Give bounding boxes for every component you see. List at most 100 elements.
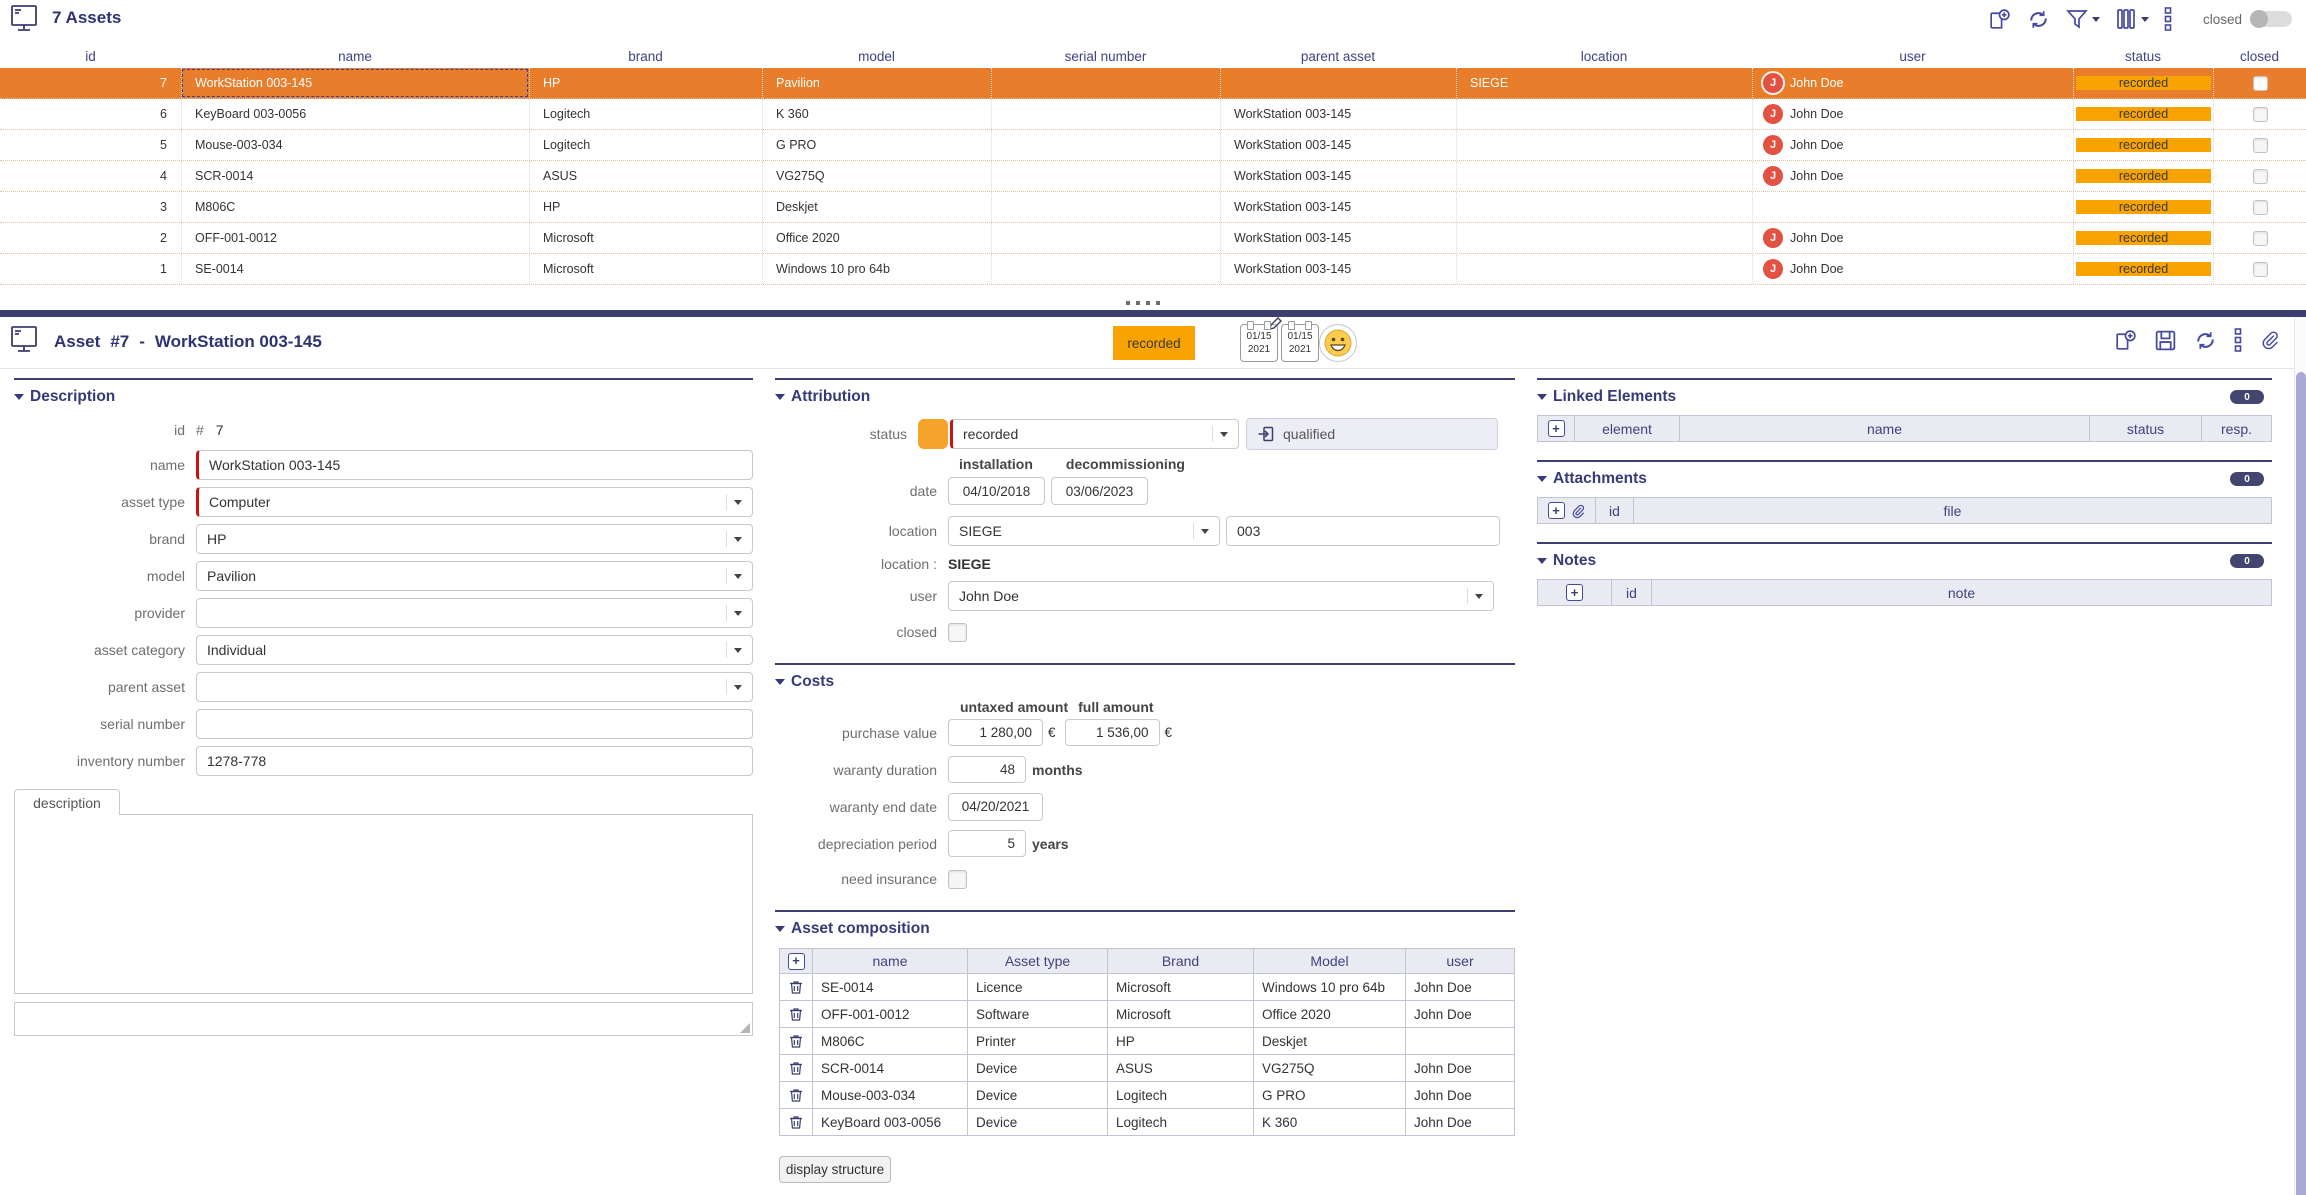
closed-checkbox[interactable]	[2252, 75, 2268, 91]
description-resize-strip[interactable]	[14, 1002, 753, 1036]
purchase-full-input[interactable]: 1 536,00	[1064, 719, 1160, 746]
more-menu-button[interactable]	[2163, 6, 2173, 32]
notes-section-title[interactable]: Notes	[1537, 552, 1596, 570]
col-header-model[interactable]: model	[762, 49, 991, 64]
costs-section-title[interactable]: Costs	[775, 673, 1515, 691]
closed-toggle[interactable]	[2250, 10, 2292, 28]
resize-handle-icon[interactable]	[740, 1023, 750, 1033]
delete-row-button[interactable]	[788, 1033, 804, 1049]
waranty-end-date-input[interactable]: 04/20/2021	[948, 792, 1043, 821]
status-select[interactable]: recorded	[950, 419, 1239, 449]
table-row[interactable]: 7 WorkStation 003-145 HP Pavilion SIEGE …	[0, 68, 2306, 99]
name-input[interactable]: WorkStation 003-145	[196, 450, 753, 480]
parent-asset-select[interactable]	[196, 672, 753, 702]
asset-type-select[interactable]: Computer	[196, 487, 753, 517]
col-header-id[interactable]: id	[0, 49, 181, 64]
col-header-serial[interactable]: serial number	[991, 49, 1220, 64]
delete-row-button[interactable]	[788, 1006, 804, 1022]
col-header-parent[interactable]: parent asset	[1220, 49, 1456, 64]
closed-checkbox[interactable]	[948, 622, 967, 642]
composition-row[interactable]: M806C Printer HP Deskjet	[780, 1028, 1514, 1055]
save-button[interactable]	[2153, 328, 2178, 353]
col-header-name[interactable]: name	[181, 49, 529, 64]
user-select[interactable]: John Doe	[948, 581, 1494, 611]
user-reaction-button[interactable]	[1319, 324, 1357, 362]
refresh-icon	[2197, 331, 2214, 349]
depreciation-period-input[interactable]: 5	[948, 830, 1026, 857]
status-badge: recorded	[2076, 231, 2211, 245]
refresh-button[interactable]	[2026, 7, 2051, 32]
table-row[interactable]: 1 SE-0014 Microsoft Windows 10 pro 64b W…	[0, 254, 2306, 285]
closed-checkbox[interactable]	[2252, 261, 2268, 277]
installation-date-input[interactable]: 04/10/2018	[948, 477, 1045, 505]
add-note-button[interactable]: +	[1566, 584, 1583, 601]
table-row[interactable]: 5 Mouse-003-034 Logitech G PRO WorkStati…	[0, 130, 2306, 161]
closed-checkbox[interactable]	[2252, 106, 2268, 122]
link-attachment-button[interactable]	[1570, 503, 1586, 519]
linked-elements-section-title[interactable]: Linked Elements	[1537, 388, 1676, 406]
col-header-user[interactable]: user	[1752, 49, 2073, 64]
table-row[interactable]: 4 SCR-0014 ASUS VG275Q WorkStation 003-1…	[0, 161, 2306, 192]
user-avatar: J	[1763, 259, 1783, 279]
attribution-section-title[interactable]: Attribution	[775, 388, 1515, 406]
display-structure-button[interactable]: display structure	[779, 1156, 891, 1183]
panel-splitter-handle[interactable]	[1126, 301, 1160, 305]
description-section-title[interactable]: Description	[14, 388, 753, 406]
add-linked-element-button[interactable]: +	[1547, 420, 1565, 437]
composition-row[interactable]: Mouse-003-034 Device Logitech G PRO John…	[780, 1082, 1514, 1109]
brand-select[interactable]: HP	[196, 524, 753, 554]
attach-file-button[interactable]	[2258, 328, 2282, 352]
filter-button[interactable]	[2065, 7, 2100, 31]
composition-row[interactable]: OFF-001-0012 Software Microsoft Office 2…	[780, 1001, 1514, 1028]
closed-checkbox[interactable]	[2252, 168, 2268, 184]
asset-category-select[interactable]: Individual	[196, 635, 753, 665]
composition-row[interactable]: SE-0014 Licence Microsoft Windows 10 pro…	[780, 974, 1514, 1001]
col-header-status[interactable]: status	[2073, 49, 2213, 64]
scrollbar-thumb[interactable]	[2296, 372, 2306, 1195]
delete-row-button[interactable]	[788, 979, 804, 995]
qualified-transition-button[interactable]: qualified	[1246, 418, 1498, 450]
attachments-section-title[interactable]: Attachments	[1537, 470, 1647, 488]
provider-select[interactable]	[196, 598, 753, 628]
closed-checkbox[interactable]	[2252, 199, 2268, 215]
refresh-button[interactable]	[2193, 328, 2218, 353]
description-textarea[interactable]	[14, 814, 753, 994]
model-select[interactable]: Pavilion	[196, 561, 753, 591]
location-select[interactable]: SIEGE	[948, 516, 1220, 546]
new-record-button[interactable]	[1987, 7, 2012, 32]
inventory-number-input[interactable]: 1278-778	[196, 746, 753, 776]
new-record-button[interactable]	[2113, 328, 2138, 353]
location-static-label: location :	[880, 555, 937, 572]
chevron-down-icon	[1475, 593, 1483, 599]
need-insurance-checkbox[interactable]	[948, 869, 967, 889]
asset-composition-section-title[interactable]: Asset composition	[775, 920, 1515, 938]
delete-row-button[interactable]	[788, 1087, 804, 1103]
col-header-location[interactable]: location	[1456, 49, 1752, 64]
add-attachment-button[interactable]: +	[1547, 502, 1565, 519]
table-row[interactable]: 2 OFF-001-0012 Microsoft Office 2020 Wor…	[0, 223, 2306, 254]
columns-button[interactable]	[2114, 7, 2149, 31]
vertical-scrollbar[interactable]	[2294, 317, 2306, 1195]
serial-number-input[interactable]	[196, 709, 753, 739]
status-badge: recorded	[2076, 262, 2211, 276]
location-unit-input[interactable]: 003	[1226, 516, 1500, 546]
add-component-button[interactable]: +	[787, 952, 805, 970]
le-col-status: status	[2089, 416, 2201, 441]
closed-checkbox[interactable]	[2252, 230, 2268, 246]
decommissioning-date-input[interactable]: 03/06/2023	[1051, 477, 1148, 505]
delete-row-button[interactable]	[788, 1060, 804, 1076]
assets-table: id name brand model serial number parent…	[0, 44, 2306, 285]
tab-description[interactable]: description	[14, 789, 120, 815]
more-menu-button[interactable]	[2233, 327, 2243, 353]
composition-row[interactable]: KeyBoard 003-0056 Device Logitech K 360 …	[780, 1109, 1514, 1136]
col-header-brand[interactable]: brand	[529, 49, 762, 64]
table-row[interactable]: 6 KeyBoard 003-0056 Logitech K 360 WorkS…	[0, 99, 2306, 130]
table-row[interactable]: 3 M806C HP Deskjet WorkStation 003-145 r…	[0, 192, 2306, 223]
waranty-duration-input[interactable]: 48	[948, 756, 1026, 783]
purchase-untaxed-input[interactable]: 1 280,00	[948, 719, 1043, 746]
col-header-closed[interactable]: closed	[2213, 49, 2306, 64]
delete-row-button[interactable]	[788, 1114, 804, 1130]
composition-row[interactable]: SCR-0014 Device ASUS VG275Q John Doe	[780, 1055, 1514, 1082]
collapse-arrow-icon	[775, 679, 785, 685]
closed-checkbox[interactable]	[2252, 137, 2268, 153]
